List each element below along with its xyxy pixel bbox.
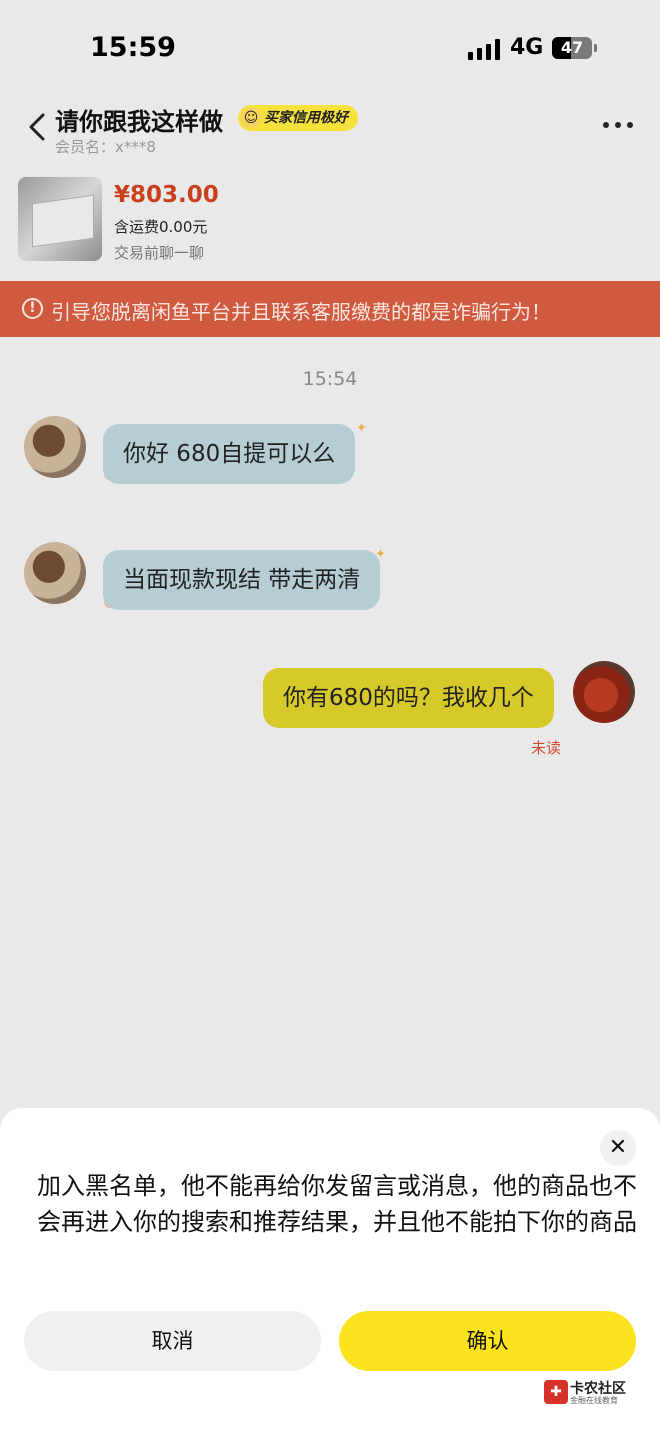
dialog-message: 加入黑名单，他不能再给你发留言或消息，他的商品也不会再进入你的搜索和推荐结果，并… — [37, 1172, 637, 1236]
smiley-icon: ☺ — [240, 107, 262, 129]
confirm-button[interactable]: 确认 — [339, 1311, 636, 1371]
watermark-logo-icon: ✚ — [544, 1380, 568, 1404]
chevron-left-icon[interactable] — [26, 112, 48, 142]
credit-badge-label: 买家信用极好 — [264, 110, 348, 126]
status-time: 15:59 — [90, 32, 176, 63]
fraud-warning-banner: ! 引导您脱离闲鱼平台并且联系客服缴费的都是诈骗行为！ — [0, 281, 660, 337]
my-avatar[interactable] — [573, 661, 635, 723]
watermark-subtitle: 金融在线教育 — [570, 1396, 618, 1405]
message-bubble-outgoing[interactable]: 你有680的吗？我收几个 — [263, 668, 554, 728]
battery-level: 47 — [560, 38, 584, 57]
chat-title: 请你跟我这样做 — [55, 108, 223, 136]
member-name: 会员名：x***8 — [55, 138, 156, 156]
status-bar: 15:59 4G 47 — [0, 0, 660, 96]
signal-icon — [468, 38, 500, 60]
shipping-info: 含运费0.00元 — [114, 218, 208, 236]
chat-hint: 交易前聊一聊 — [114, 244, 205, 262]
battery-cap — [594, 44, 597, 52]
seller-avatar[interactable] — [24, 542, 86, 604]
seller-avatar[interactable] — [24, 416, 86, 478]
message-bubble-incoming[interactable]: 当面现款现结 带走两清 — [103, 550, 381, 610]
warning-text: 引导您脱离闲鱼平台并且联系客服缴费的都是诈骗行为！ — [51, 300, 551, 324]
product-thumbnail — [18, 177, 102, 261]
watermark: ✚ 卡农社区 金融在线教育 — [544, 1378, 654, 1408]
battery-icon: 47 — [552, 37, 592, 59]
product-price: ¥803.00 — [114, 182, 219, 208]
close-icon[interactable]: ✕ — [600, 1130, 636, 1166]
chat-header: 请你跟我这样做 ☺ 买家信用极好 会员名：x***8 — [0, 96, 660, 164]
message-bubble-incoming[interactable]: 你好 680自提可以么 — [103, 424, 356, 484]
sparkle-icon: ✦ — [356, 421, 367, 436]
more-dots-icon[interactable] — [603, 122, 633, 128]
network-type: 4G — [510, 35, 544, 60]
credit-badge: ☺ 买家信用极好 — [238, 105, 358, 131]
cancel-button[interactable]: 取消 — [24, 1311, 321, 1371]
read-status: 未读 — [531, 739, 562, 757]
time-divider: 15:54 — [302, 368, 358, 390]
product-card[interactable]: ¥803.00 含运费0.00元 交易前聊一聊 — [0, 170, 660, 270]
exclamation-circle-icon: ! — [22, 298, 43, 319]
